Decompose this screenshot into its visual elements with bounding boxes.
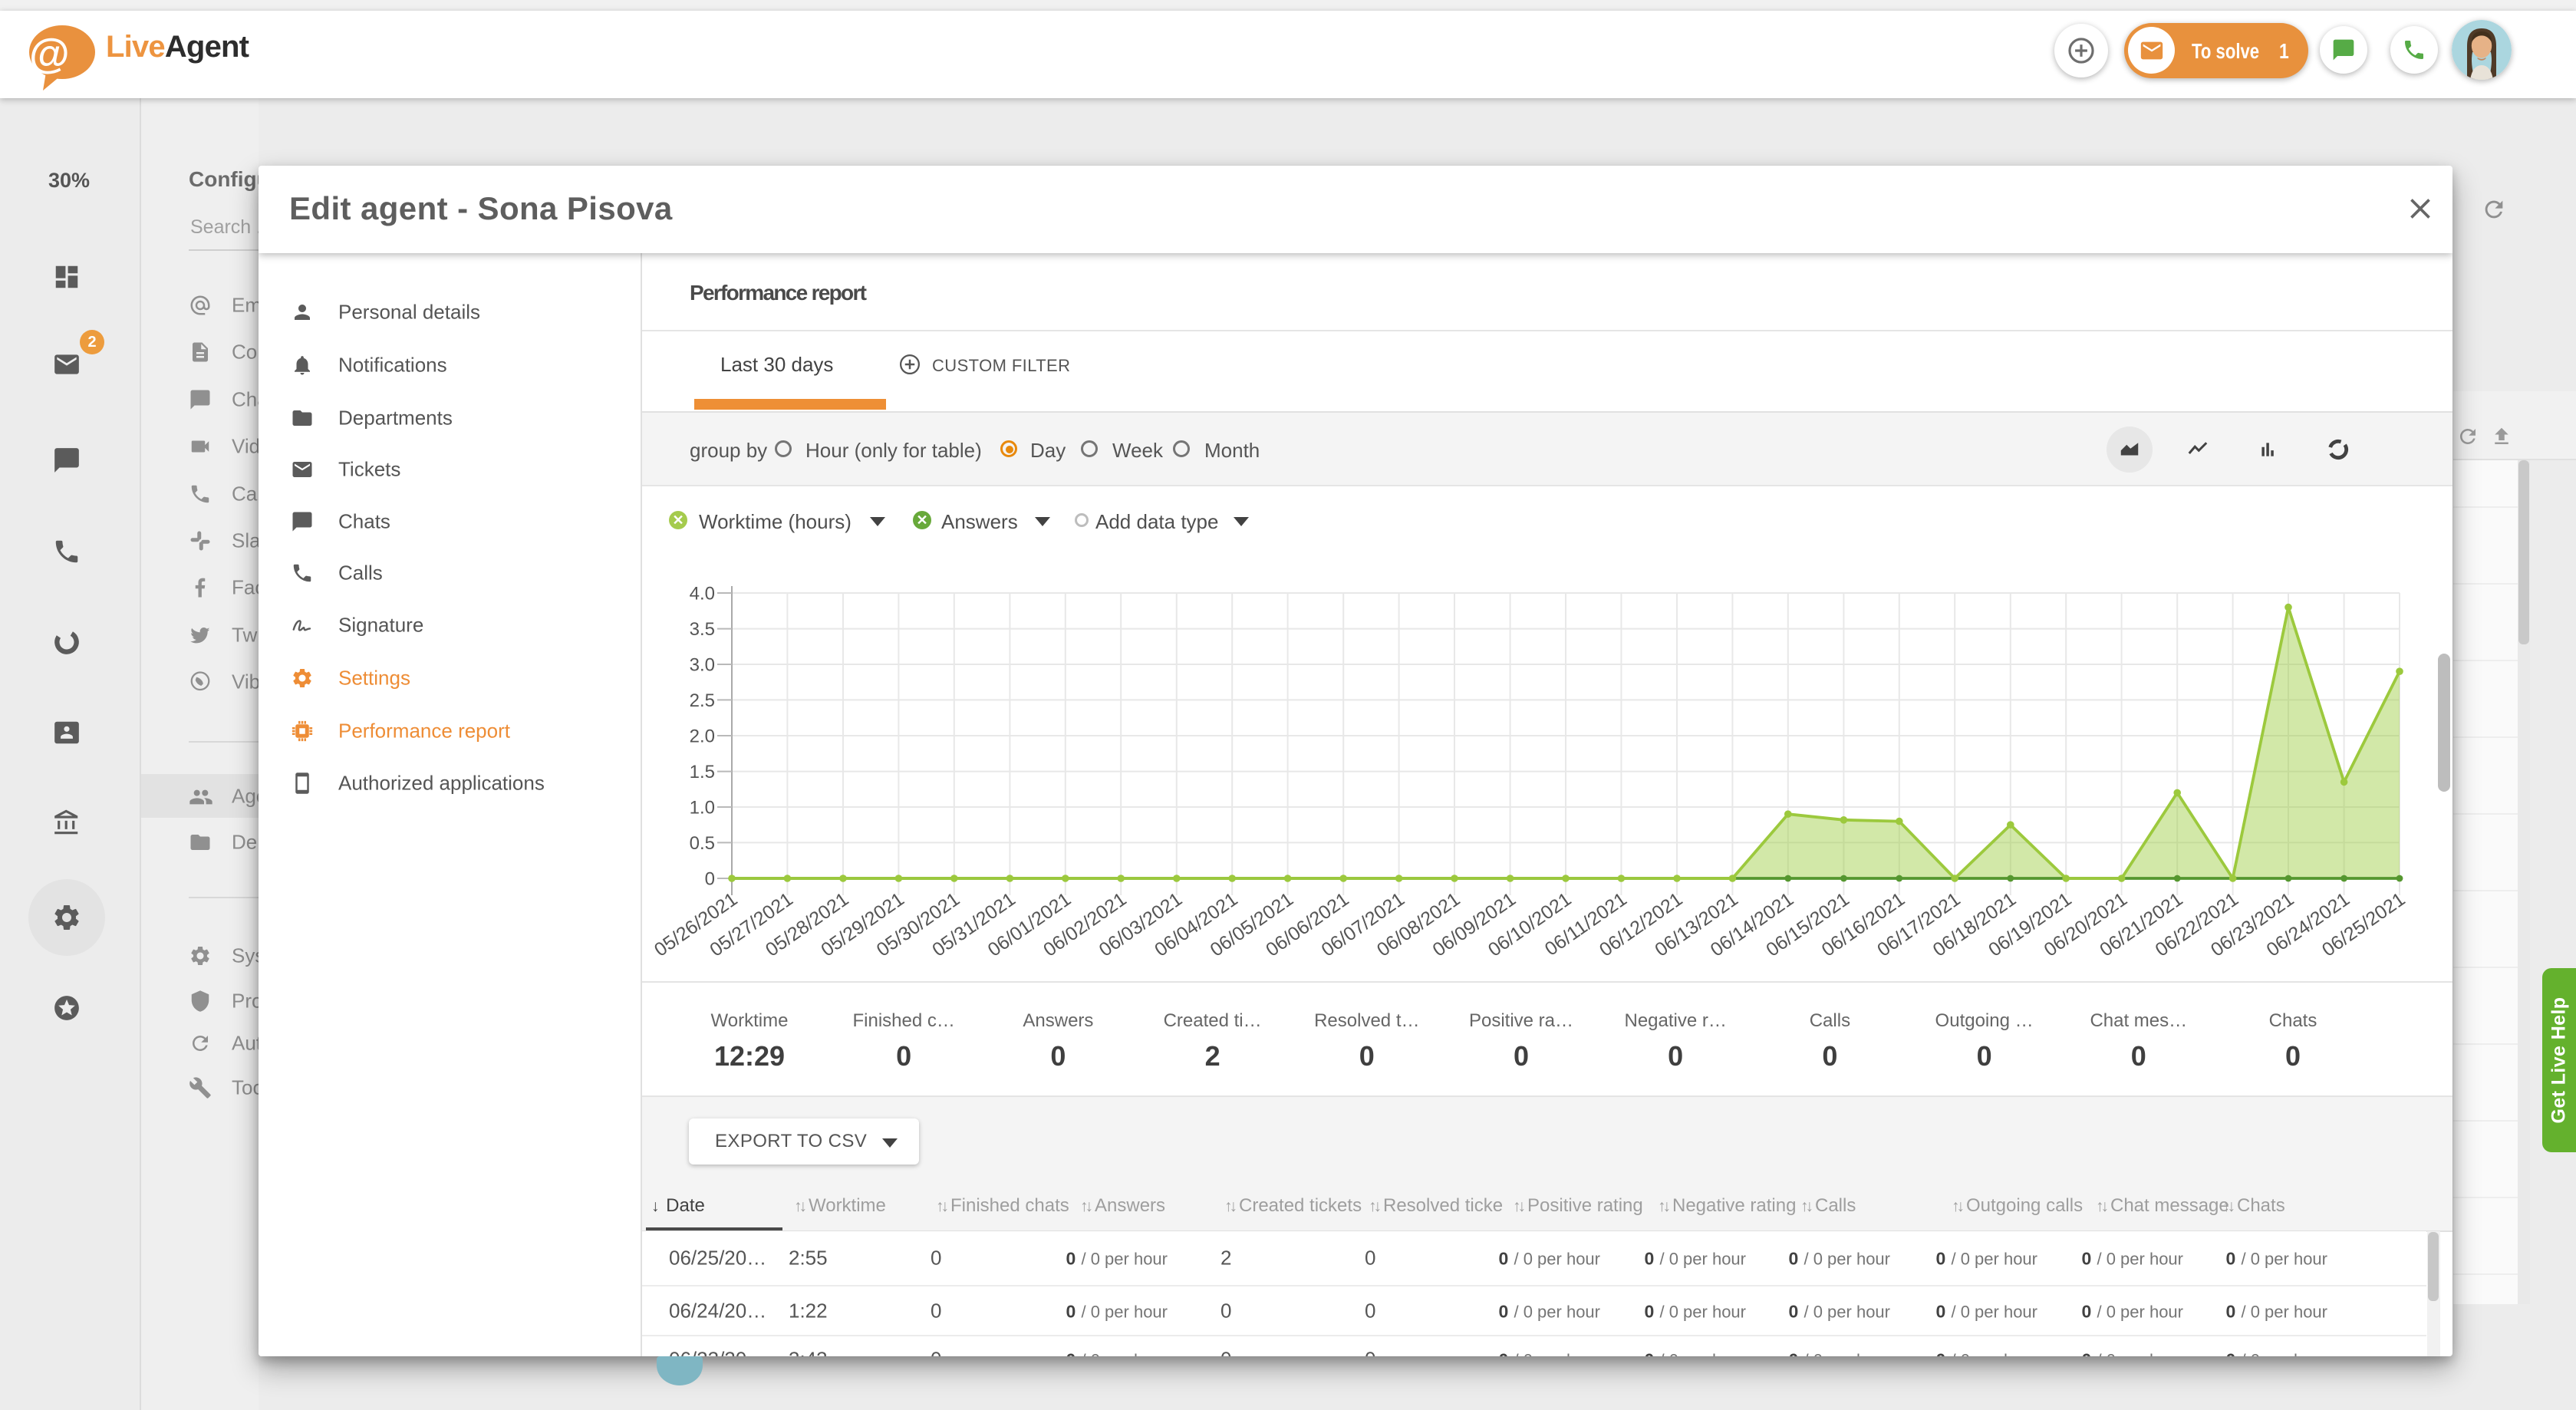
svg-text:0: 0: [705, 868, 715, 889]
svg-text:1.5: 1.5: [690, 762, 715, 782]
svg-text:3.0: 3.0: [690, 654, 715, 675]
svg-text:2.0: 2.0: [690, 726, 715, 746]
svg-text:2.5: 2.5: [690, 690, 715, 711]
svg-text:4.0: 4.0: [690, 583, 715, 604]
svg-text:@: @: [29, 31, 70, 77]
svg-text:3.5: 3.5: [690, 619, 715, 640]
svg-text:1.0: 1.0: [690, 797, 715, 818]
svg-text:0.5: 0.5: [690, 833, 715, 854]
